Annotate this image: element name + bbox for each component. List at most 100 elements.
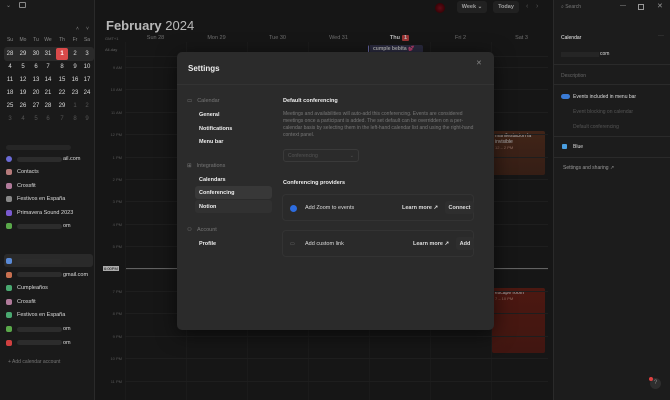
mini-calendar-day[interactable]: 6 [42, 116, 54, 122]
connect-button[interactable]: Connect [445, 201, 474, 214]
weekday-label: Su [6, 37, 14, 43]
next-month-icon[interactable]: ˅ [86, 26, 89, 32]
calendar-list-item[interactable]: om [6, 337, 92, 349]
calendar-list-item[interactable]: Primavera Sound 2023 [6, 207, 92, 219]
mini-calendar-day[interactable]: 4 [4, 64, 16, 70]
calendar-color-icon[interactable] [6, 326, 12, 332]
learn-more-link[interactable]: Learn more ↗ [402, 205, 438, 211]
mini-calendar-day[interactable]: 29 [17, 51, 29, 57]
calendar-list-item[interactable] [6, 255, 92, 267]
calendar-list-item[interactable]: Crossfit [6, 180, 92, 192]
weekday-label: Mo [19, 37, 27, 43]
calendar-list-item[interactable]: Crossfit [6, 296, 92, 308]
mini-calendar-day[interactable]: 23 [69, 90, 81, 96]
mini-calendar-day[interactable]: 6 [30, 64, 42, 70]
mini-calendar-day[interactable]: 4 [17, 116, 29, 122]
calendar-list-item[interactable]: Cumpleaños [6, 282, 92, 294]
mini-calendar-day[interactable]: 1 [56, 51, 68, 57]
mini-calendar-day[interactable]: 28 [42, 103, 54, 109]
mini-calendar-day[interactable]: 16 [69, 77, 81, 83]
conferencing-select[interactable]: Conferencing ⌄ [283, 149, 359, 162]
calendar-list-item[interactable]: om [6, 220, 92, 232]
calendar-list-item[interactable]: ail.com [6, 153, 92, 165]
mini-calendar-day[interactable]: 31 [42, 51, 54, 57]
mini-calendar-day[interactable]: 11 [4, 77, 16, 83]
zoom-provider-row: Add Zoom to events Learn more ↗ Connect [282, 194, 474, 221]
more-icon[interactable]: ··· [658, 33, 664, 39]
calendar-list-item[interactable]: om [6, 323, 92, 335]
mini-calendar-day[interactable]: 8 [69, 116, 81, 122]
sidebar-toggle-icon[interactable] [19, 2, 26, 8]
calendar-color-icon[interactable] [6, 156, 12, 162]
calendar-color-icon[interactable] [6, 182, 12, 189]
nav-profile[interactable]: Profile [195, 237, 272, 250]
calendar-color-icon[interactable] [6, 298, 12, 305]
minimize-icon[interactable]: — [620, 3, 626, 9]
calendar-color-icon[interactable] [6, 258, 12, 264]
calendar-color-icon[interactable] [6, 169, 12, 176]
mini-calendar-day[interactable]: 2 [81, 103, 93, 109]
mini-calendar-day[interactable]: 26 [17, 103, 29, 109]
mini-calendar-day[interactable]: 8 [56, 64, 68, 70]
mini-calendar-day[interactable]: 13 [30, 77, 42, 83]
add-button[interactable]: Add [456, 237, 474, 250]
mini-calendar-day[interactable]: 28 [4, 51, 16, 57]
maximize-icon[interactable] [638, 4, 644, 10]
prev-month-icon[interactable]: ˄ [76, 26, 79, 32]
calendar-color-icon[interactable] [6, 223, 12, 229]
mini-calendar-day[interactable]: 30 [30, 51, 42, 57]
calendar-color-icon[interactable] [6, 339, 12, 346]
calendar-list-item[interactable]: Contacts [6, 166, 92, 178]
mini-calendar-day[interactable]: 19 [17, 90, 29, 96]
mini-calendar-day[interactable]: 2 [69, 51, 81, 57]
event-blocking-option[interactable]: Event blocking on calendar [573, 109, 633, 115]
calendar-color-icon[interactable] [6, 196, 12, 203]
mini-calendar-day[interactable]: 7 [56, 116, 68, 122]
description-field[interactable]: Description [561, 73, 586, 79]
nav-calendars[interactable]: Calendars [195, 173, 272, 186]
mini-calendar-day[interactable]: 12 [17, 77, 29, 83]
mini-calendar-day[interactable]: 18 [4, 90, 16, 96]
mini-calendar-day[interactable]: 5 [17, 64, 29, 70]
settings-sharing-link[interactable]: Settings and sharing ↗ [563, 165, 614, 171]
mini-calendar-day[interactable]: 5 [30, 116, 42, 122]
close-icon[interactable]: ✕ [476, 59, 482, 67]
mini-calendar-day[interactable]: 29 [56, 103, 68, 109]
mini-calendar-day[interactable]: 1 [69, 103, 81, 109]
search-input[interactable]: ⌕ Search [561, 4, 581, 10]
mini-calendar-day[interactable]: 27 [30, 103, 42, 109]
learn-more-link[interactable]: Learn more ↗ [413, 241, 449, 247]
calendar-list-item[interactable]: Festivos en España [6, 309, 92, 321]
menu-bar-toggle[interactable] [561, 94, 570, 99]
mini-calendar-day[interactable]: 20 [30, 90, 42, 96]
calendar-color-icon[interactable] [6, 285, 12, 292]
calendar-color-icon[interactable] [6, 271, 12, 278]
add-calendar-account-button[interactable]: + Add calendar account [8, 359, 60, 365]
mini-calendar-day[interactable]: 25 [4, 103, 16, 109]
calendar-color-icon[interactable] [6, 209, 12, 216]
close-window-icon[interactable]: ✕ [657, 2, 663, 10]
mini-calendar-day[interactable]: 14 [42, 77, 54, 83]
nav-menu-bar[interactable]: Menu bar [195, 135, 272, 148]
calendar-color-icon[interactable] [6, 312, 12, 319]
nav-notion[interactable]: Notion [195, 200, 272, 213]
mini-calendar-day[interactable]: 24 [81, 90, 93, 96]
mini-calendar-day[interactable]: 22 [56, 90, 68, 96]
calendar-list-item[interactable]: gmail.com [6, 269, 92, 281]
chevron-down-icon[interactable]: ⌄ [6, 2, 11, 9]
mini-calendar-day[interactable]: 21 [42, 90, 54, 96]
nav-general[interactable]: General [195, 108, 272, 121]
mini-calendar-day[interactable]: 9 [69, 64, 81, 70]
default-conferencing-option[interactable]: Default conferencing [573, 124, 619, 130]
mini-calendar-day[interactable]: 17 [81, 77, 93, 83]
mini-calendar-day[interactable]: 3 [81, 51, 93, 57]
mini-calendar-day[interactable]: 9 [81, 116, 93, 122]
nav-conferencing[interactable]: Conferencing [195, 186, 272, 199]
mini-calendar-day[interactable]: 10 [81, 64, 93, 70]
mini-calendar-day[interactable]: 15 [56, 77, 68, 83]
mini-calendar-day[interactable]: 3 [4, 116, 16, 122]
color-swatch[interactable] [562, 144, 567, 149]
nav-notifications[interactable]: Notifications [195, 122, 272, 135]
calendar-list-item[interactable]: Festivos en España [6, 193, 92, 205]
mini-calendar-day[interactable]: 7 [42, 64, 54, 70]
